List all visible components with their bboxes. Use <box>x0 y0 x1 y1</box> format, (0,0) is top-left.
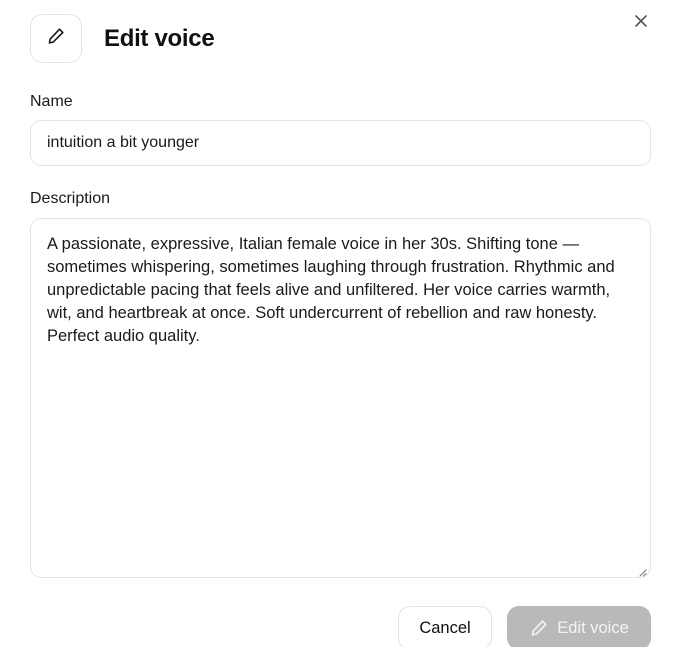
edit-voice-dialog: Edit voice Name Description A passionate… <box>0 0 697 647</box>
edit-voice-button-label: Edit voice <box>557 618 629 637</box>
name-input[interactable] <box>30 120 651 166</box>
cancel-button[interactable]: Cancel <box>398 606 492 647</box>
resize-handle-icon[interactable] <box>637 564 647 577</box>
close-button[interactable] <box>628 10 654 36</box>
header-icon-box <box>30 14 82 63</box>
pencil-icon <box>529 618 549 638</box>
description-label: Description <box>30 190 111 207</box>
edit-voice-button[interactable]: Edit voice <box>507 606 651 647</box>
description-textarea[interactable]: A passionate, expressive, Italian female… <box>30 218 651 578</box>
dialog-title: Edit voice <box>104 24 215 52</box>
close-icon <box>634 14 648 33</box>
name-label: Name <box>30 93 73 110</box>
dialog-header: Edit voice <box>30 14 215 63</box>
pencil-icon <box>46 26 66 51</box>
